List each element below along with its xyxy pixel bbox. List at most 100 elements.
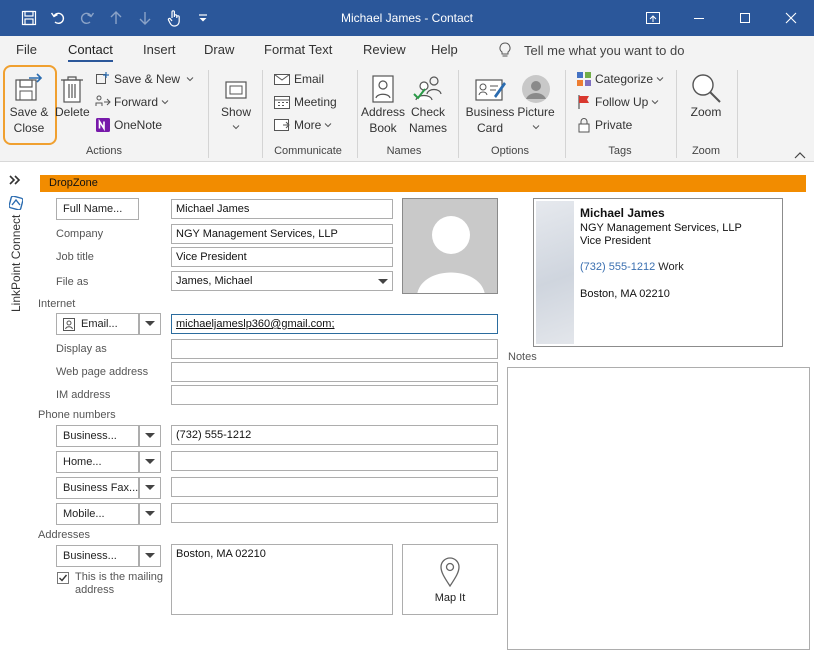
tab-help[interactable]: Help [431, 42, 458, 57]
phone-business-dropdown[interactable] [139, 425, 161, 447]
save-close-button[interactable]: Save & Close [5, 70, 53, 136]
check-names-button[interactable]: Check Names [405, 70, 451, 136]
phone-fax-button[interactable]: Business Fax... [56, 477, 139, 499]
phone-home-button[interactable]: Home... [56, 451, 139, 473]
job-title-field[interactable]: Vice President [171, 247, 393, 267]
save-new-button[interactable]: Save & New [95, 69, 198, 89]
email-field[interactable]: michaeljameslp360@gmail.com; [171, 314, 498, 334]
business-card-preview[interactable]: Michael James NGY Management Services, L… [533, 198, 783, 347]
collapse-ribbon-icon[interactable] [794, 148, 806, 162]
address-type-button[interactable]: Business... [56, 545, 139, 567]
lock-icon [578, 118, 590, 133]
close-icon[interactable] [768, 0, 814, 36]
undo-icon[interactable] [43, 0, 72, 36]
contact-photo[interactable] [402, 198, 498, 294]
address-field[interactable]: Boston, MA 02210 [171, 544, 393, 615]
redo-icon[interactable] [72, 0, 101, 36]
contact-card-icon [63, 318, 75, 331]
save-close-icon [15, 73, 43, 101]
chevron-down-icon [145, 511, 155, 516]
tab-review[interactable]: Review [363, 42, 406, 57]
customize-qat-icon[interactable] [188, 0, 217, 36]
im-address-label: IM address [56, 389, 111, 401]
web-page-label: Web page address [56, 366, 149, 378]
envelope-icon [274, 74, 290, 85]
web-page-field[interactable] [171, 362, 498, 382]
mailing-address-checkbox[interactable] [57, 572, 69, 584]
categorize-button[interactable]: Categorize [576, 69, 668, 89]
tab-insert[interactable]: Insert [143, 42, 176, 57]
phone-business-button[interactable]: Business... [56, 425, 139, 447]
phone-business-field[interactable]: (732) 555-1212 [171, 425, 498, 445]
card-decoration [536, 201, 574, 344]
chevron-down-icon [324, 123, 332, 128]
phone-mobile-button[interactable]: Mobile... [56, 503, 139, 525]
forward-button[interactable]: Forward [95, 92, 173, 112]
quick-access-toolbar [0, 0, 217, 36]
phone-mobile-dropdown[interactable] [139, 503, 161, 525]
more-button[interactable]: More [273, 115, 336, 135]
email-type-button[interactable]: Email... [56, 313, 139, 335]
file-as-combo[interactable]: James, Michael [171, 271, 393, 291]
chevron-down-icon [145, 459, 155, 464]
phone-fax-dropdown[interactable] [139, 477, 161, 499]
group-label-actions: Actions [85, 145, 123, 157]
phone-fax-field[interactable] [171, 477, 498, 497]
display-as-field[interactable] [171, 339, 498, 359]
tab-format-text[interactable]: Format Text [264, 42, 332, 57]
save-icon[interactable] [14, 0, 43, 36]
company-field[interactable]: NGY Management Services, LLP [171, 224, 393, 244]
map-it-button[interactable]: Map It [402, 544, 498, 615]
address-type-dropdown[interactable] [139, 545, 161, 567]
email-button[interactable]: Email [273, 69, 324, 89]
down-arrow-icon[interactable] [130, 0, 159, 36]
onenote-icon [96, 118, 110, 132]
dropzone-bar[interactable]: DropZone [40, 175, 806, 192]
picture-button[interactable]: Picture [514, 70, 558, 136]
tab-draw[interactable]: Draw [204, 42, 234, 57]
full-name-button[interactable]: Full Name... [56, 198, 139, 220]
email-type-dropdown[interactable] [139, 313, 161, 335]
chevron-down-icon [145, 485, 155, 490]
im-address-field[interactable] [171, 385, 498, 405]
onenote-button[interactable]: OneNote [95, 115, 162, 135]
linkpoint-connect-label[interactable]: LinkPoint Connect [9, 215, 23, 312]
full-name-field[interactable]: Michael James [171, 199, 393, 219]
tell-me-search[interactable]: Tell me what you want to do [498, 42, 684, 58]
phone-home-dropdown[interactable] [139, 451, 161, 473]
card-address: Boston, MA 02210 [580, 288, 670, 300]
job-title-label: Job title [56, 251, 94, 263]
person-placeholder-icon [417, 216, 485, 293]
card-phone-number: (732) 555-1212 [580, 261, 656, 273]
tab-contact[interactable]: Contact [68, 42, 113, 62]
touch-mode-icon[interactable] [159, 0, 188, 36]
chevron-down-icon [186, 77, 194, 82]
phone-mobile-field[interactable] [171, 503, 498, 523]
show-button[interactable]: Show [216, 70, 256, 136]
phone-home-field[interactable] [171, 451, 498, 471]
categorize-icon [577, 72, 591, 86]
check-names-icon [413, 76, 442, 101]
delete-label: Delete [55, 105, 90, 119]
address-book-button[interactable]: Address Book [360, 70, 406, 136]
up-arrow-icon[interactable] [101, 0, 130, 36]
follow-up-button[interactable]: Follow Up [576, 92, 663, 112]
group-label-communicate: Communicate [274, 145, 342, 157]
minimize-icon[interactable] [676, 0, 722, 36]
maximize-icon[interactable] [722, 0, 768, 36]
address-book-icon [372, 75, 394, 103]
show-icon [225, 81, 247, 99]
save-close-label: Save & Close [9, 105, 49, 135]
expand-panel-icon[interactable] [9, 174, 21, 188]
zoom-button[interactable]: Zoom [683, 70, 729, 120]
tab-file[interactable]: File [16, 42, 37, 57]
private-button[interactable]: Private [576, 115, 632, 135]
ribbon-display-options-icon[interactable] [630, 0, 676, 36]
file-as-value: James, Michael [176, 275, 253, 287]
delete-button[interactable]: Delete [55, 70, 90, 120]
business-card-button[interactable]: Business Card [464, 70, 516, 136]
meeting-button[interactable]: Meeting [273, 92, 337, 112]
notes-field[interactable] [507, 367, 810, 650]
picture-icon [522, 75, 550, 103]
card-company: NGY Management Services, LLP [580, 222, 742, 234]
